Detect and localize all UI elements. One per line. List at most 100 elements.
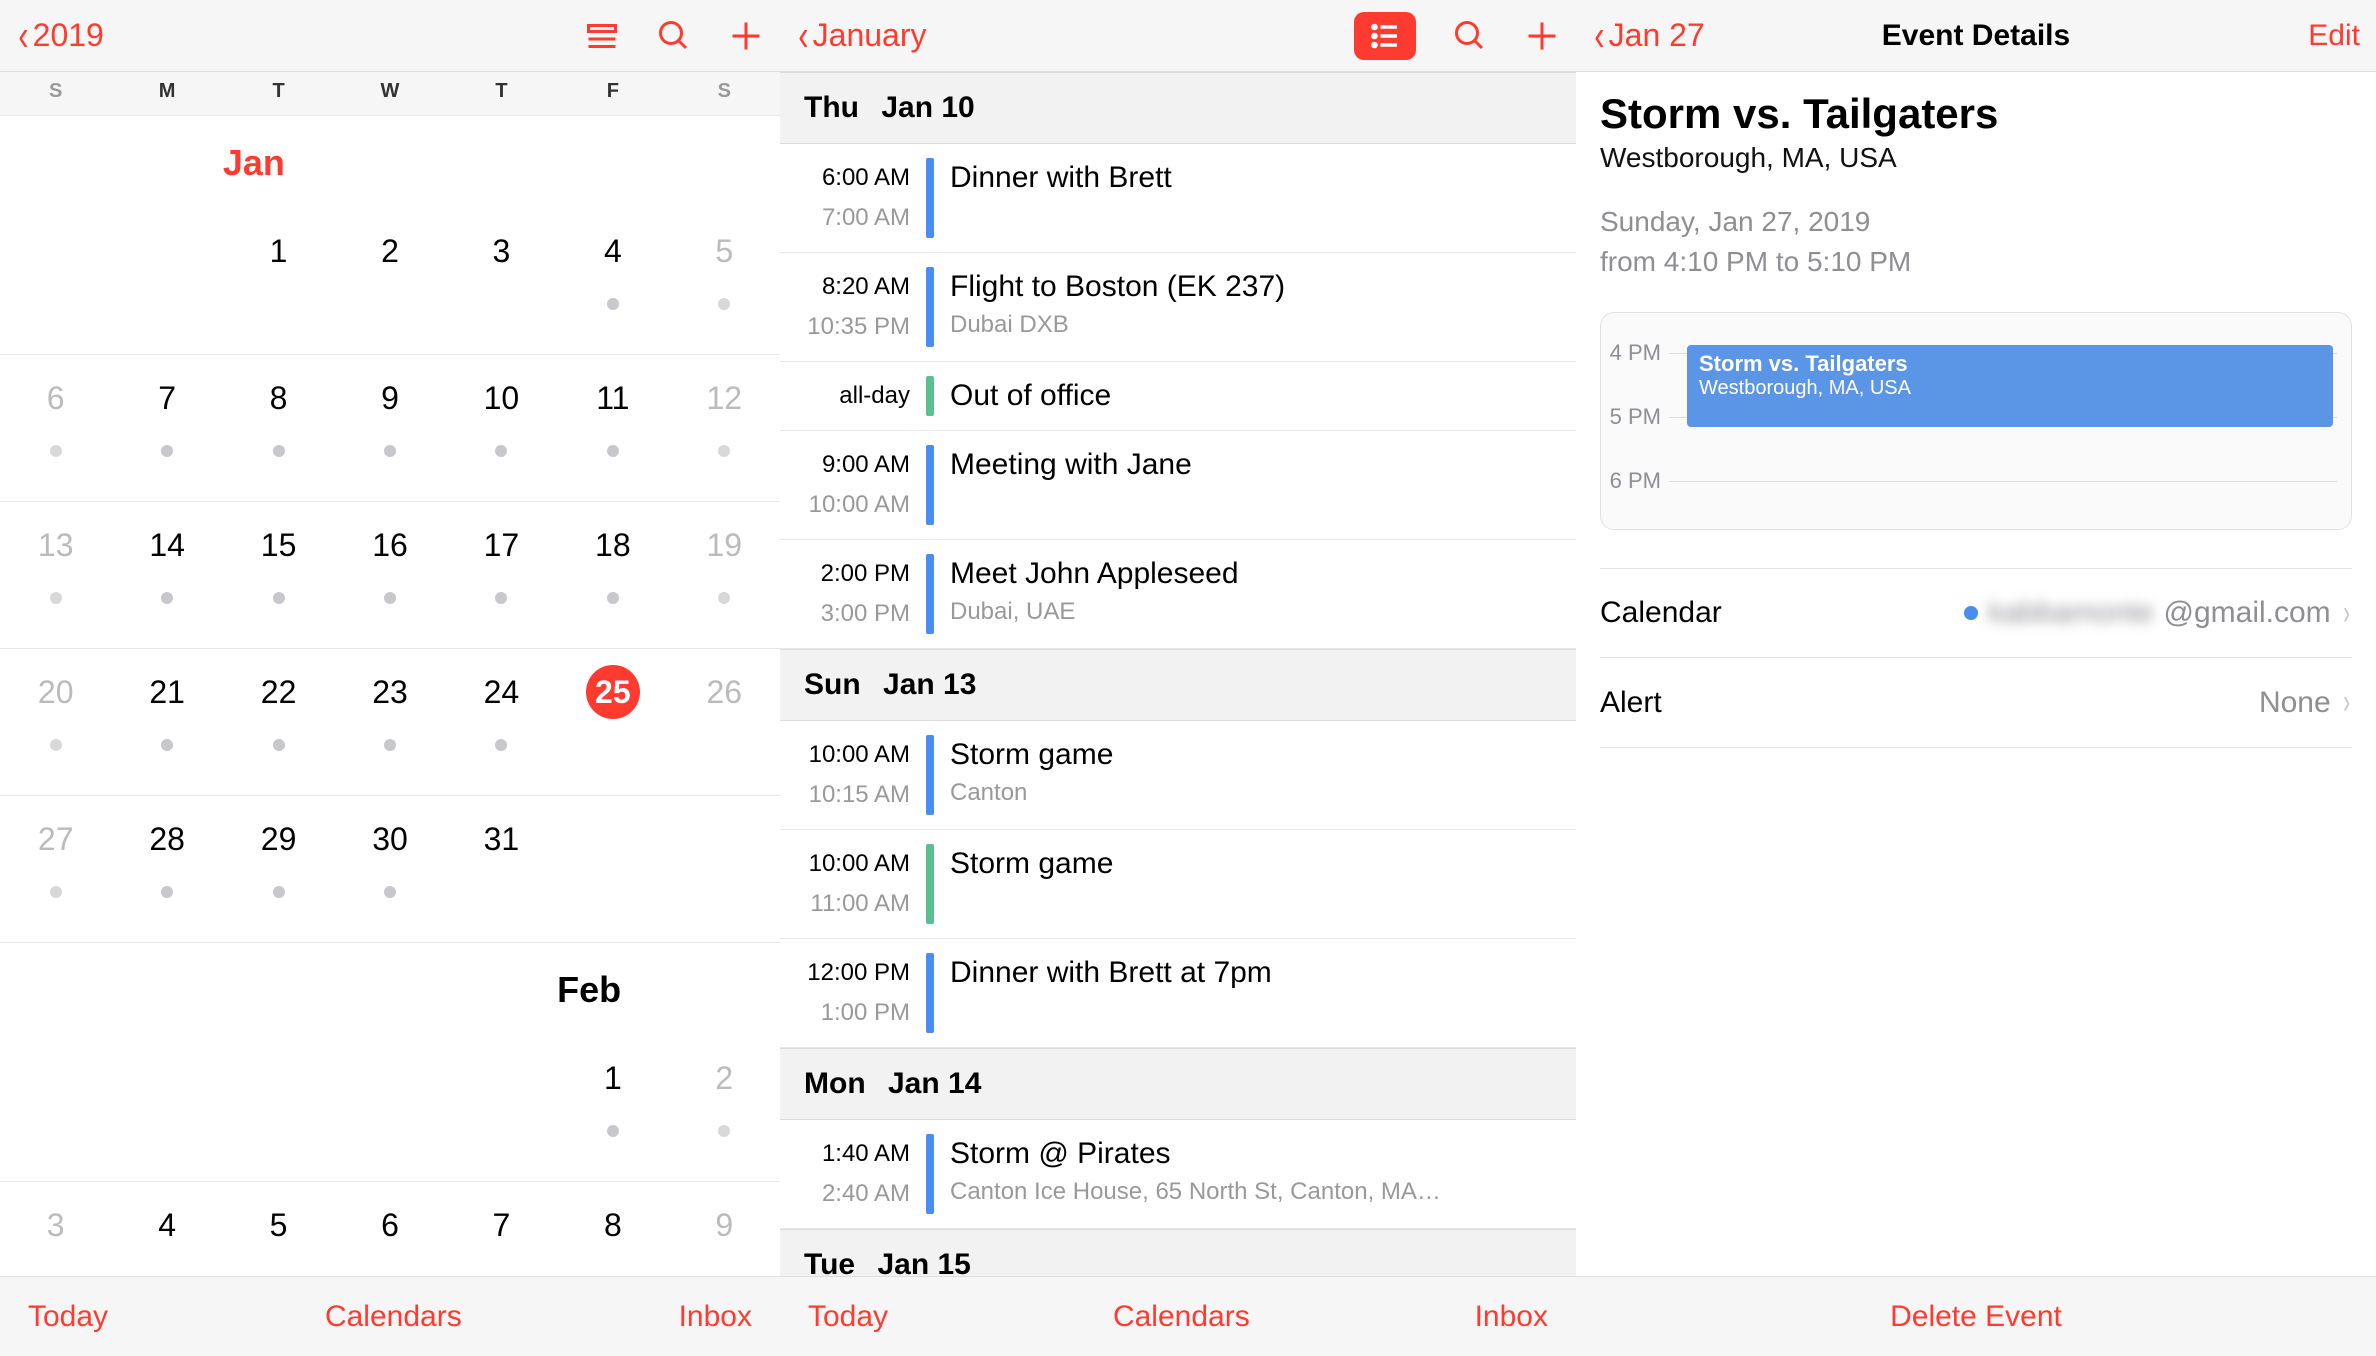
day-cell[interactable]: 3: [446, 208, 557, 354]
day-cell[interactable]: 19: [669, 502, 780, 648]
timeline-event-block[interactable]: Storm vs. TailgatersWestborough, MA, USA: [1687, 345, 2333, 427]
weekday-label: F: [557, 72, 668, 115]
day-cell[interactable]: 25: [557, 649, 668, 795]
inbox-button[interactable]: Inbox: [679, 1300, 752, 1334]
view-mode-icon[interactable]: [584, 18, 620, 54]
event-row[interactable]: 6:00 AM7:00 AMDinner with Brett: [780, 144, 1576, 253]
event-title: Dinner with Brett at 7pm: [950, 953, 1566, 993]
day-cell[interactable]: 13: [0, 502, 111, 648]
day-cell[interactable]: 20: [0, 649, 111, 795]
day-cell[interactable]: 8: [557, 1182, 668, 1276]
day-cell[interactable]: 22: [223, 649, 334, 795]
day-cell[interactable]: 16: [334, 502, 445, 648]
day-cell[interactable]: 9: [669, 1182, 780, 1276]
day-cell[interactable]: 24: [446, 649, 557, 795]
day-cell[interactable]: 18: [557, 502, 668, 648]
month-label[interactable]: Jan: [0, 115, 780, 208]
calendars-button[interactable]: Calendars: [1113, 1300, 1250, 1334]
day-cell[interactable]: 10: [446, 355, 557, 501]
day-cell[interactable]: 14: [111, 502, 222, 648]
event-row[interactable]: 1:40 AM2:40 AMStorm @ PiratesCanton Ice …: [780, 1120, 1576, 1229]
day-cell[interactable]: 28: [111, 796, 222, 942]
day-cell[interactable]: 2: [334, 208, 445, 354]
day-cell[interactable]: 6: [334, 1182, 445, 1276]
day-number: 7: [140, 371, 194, 425]
event-row[interactable]: 8:20 AM10:35 PMFlight to Boston (EK 237)…: [780, 253, 1576, 362]
day-cell[interactable]: 1: [223, 208, 334, 354]
month-toolbar: Today Calendars Inbox: [0, 1276, 780, 1356]
day-cell[interactable]: 1: [557, 1035, 668, 1181]
calendar-color-bar: [926, 267, 934, 347]
day-cell[interactable]: 23: [334, 649, 445, 795]
day-cell[interactable]: 30: [334, 796, 445, 942]
day-number: 11: [586, 371, 640, 425]
day-cell[interactable]: 8: [223, 355, 334, 501]
day-cell[interactable]: 21: [111, 649, 222, 795]
event-row[interactable]: 10:00 AM11:00 AMStorm game: [780, 830, 1576, 939]
timeline-preview[interactable]: 4 PM5 PM6 PMStorm vs. TailgatersWestboro…: [1600, 312, 2352, 530]
day-cell[interactable]: 7: [446, 1182, 557, 1276]
add-event-icon[interactable]: [728, 18, 764, 54]
day-cell[interactable]: 27: [0, 796, 111, 942]
day-cell[interactable]: 12: [669, 355, 780, 501]
day-cell[interactable]: 11: [557, 355, 668, 501]
calendars-button[interactable]: Calendars: [325, 1300, 462, 1334]
weekday-label: W: [334, 72, 445, 115]
event-times: 9:00 AM10:00 AM: [780, 445, 926, 525]
day-number: 15: [252, 518, 306, 572]
day-cell[interactable]: 29: [223, 796, 334, 942]
event-dot-icon: [161, 886, 173, 898]
event-times: 2:00 PM3:00 PM: [780, 554, 926, 634]
event-row[interactable]: 2:00 PM3:00 PMMeet John AppleseedDubai, …: [780, 540, 1576, 649]
day-cell[interactable]: 5: [223, 1182, 334, 1276]
day-cell[interactable]: 5: [669, 208, 780, 354]
today-button[interactable]: Today: [28, 1300, 108, 1334]
back-to-day-button[interactable]: ‹ Jan 27: [1592, 14, 1705, 58]
day-number: 29: [252, 812, 306, 866]
add-event-icon[interactable]: [1524, 18, 1560, 54]
day-cell[interactable]: 4: [557, 208, 668, 354]
event-times: 10:00 AM11:00 AM: [780, 844, 926, 924]
day-cell: [334, 1035, 445, 1181]
event-dot-icon: [718, 1125, 730, 1137]
list-navbar: ‹ January: [780, 0, 1576, 72]
day-cell[interactable]: 15: [223, 502, 334, 648]
chevron-left-icon: ‹: [798, 14, 808, 58]
list-view-icon[interactable]: [1354, 12, 1416, 60]
day-cell[interactable]: 7: [111, 355, 222, 501]
event-title: Out of office: [950, 376, 1566, 416]
delete-event-button[interactable]: Delete Event: [1890, 1300, 2062, 1334]
event-dot-icon: [718, 298, 730, 310]
alert-row[interactable]: Alert None ›: [1600, 658, 2352, 748]
today-button[interactable]: Today: [808, 1300, 888, 1334]
day-cell[interactable]: 4: [111, 1182, 222, 1276]
search-icon[interactable]: [656, 18, 692, 54]
event-dot-icon: [384, 739, 396, 751]
day-cell[interactable]: 17: [446, 502, 557, 648]
day-number: 24: [474, 665, 528, 719]
event-dot-icon: [161, 739, 173, 751]
back-to-year-button[interactable]: ‹ 2019: [16, 14, 104, 58]
day-cell[interactable]: 2: [669, 1035, 780, 1181]
search-icon[interactable]: [1452, 18, 1488, 54]
calendar-color-bar: [926, 844, 934, 924]
day-cell[interactable]: 26: [669, 649, 780, 795]
day-cell[interactable]: 31: [446, 796, 557, 942]
event-dot-icon: [384, 886, 396, 898]
event-row[interactable]: all-dayOut of office: [780, 362, 1576, 431]
day-cell[interactable]: 3: [0, 1182, 111, 1276]
calendar-row[interactable]: Calendar kabbamonte@gmail.com ›: [1600, 568, 2352, 658]
back-to-month-button[interactable]: ‹ January: [796, 14, 927, 58]
date-section-header: Tue Jan 15: [780, 1229, 1576, 1276]
month-label[interactable]: Feb: [0, 942, 780, 1035]
event-row[interactable]: 12:00 PM1:00 PMDinner with Brett at 7pm: [780, 939, 1576, 1048]
inbox-button[interactable]: Inbox: [1475, 1300, 1548, 1334]
event-dot-icon: [50, 592, 62, 604]
day-cell[interactable]: 9: [334, 355, 445, 501]
event-row[interactable]: 10:00 AM10:15 AMStorm gameCanton: [780, 721, 1576, 830]
event-row[interactable]: 9:00 AM10:00 AMMeeting with Jane: [780, 431, 1576, 540]
day-cell[interactable]: 6: [0, 355, 111, 501]
event-title: Storm vs. Tailgaters: [1600, 90, 2352, 138]
timeline-hour-label: 6 PM: [1601, 468, 1669, 494]
edit-button[interactable]: Edit: [2308, 19, 2360, 53]
